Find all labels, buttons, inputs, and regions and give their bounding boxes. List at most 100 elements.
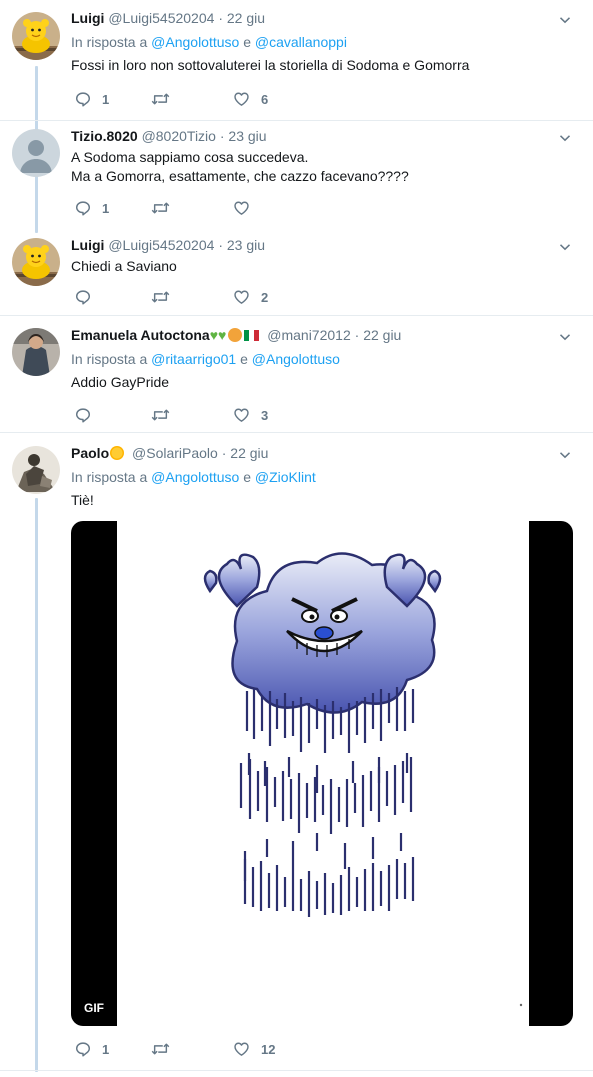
retweet-button[interactable] [150, 89, 181, 109]
caret-down-icon[interactable] [559, 14, 571, 26]
caret-down-icon[interactable] [559, 241, 571, 253]
tweet-actions: 2 [71, 287, 331, 307]
display-name[interactable]: Luigi [71, 237, 104, 253]
tweet-text: Tiè! [71, 492, 94, 508]
timestamp[interactable]: 22 giu [363, 327, 401, 343]
retweet-icon [150, 1040, 171, 1058]
avatar[interactable] [12, 328, 60, 376]
mention-link[interactable]: @ZioKlint [255, 469, 316, 485]
display-name[interactable]: Emanuela Autoctona [71, 327, 210, 343]
like-count: 6 [261, 91, 269, 107]
reply-icon [74, 1040, 92, 1058]
separator-dot: · [221, 445, 227, 461]
like-count: 3 [261, 407, 269, 423]
reply-button[interactable]: 1 [74, 198, 109, 218]
reply-button[interactable]: 1 [74, 89, 109, 109]
like-button[interactable]: 6 [232, 89, 268, 109]
green-heart-emoji: ♥ [218, 327, 227, 343]
reply-icon [74, 199, 92, 217]
reply-prefix: In risposta a [71, 469, 148, 485]
reply-context: In risposta a @Angolottuso e @ZioKlint [71, 467, 579, 487]
like-icon [232, 199, 251, 217]
avatar[interactable] [12, 129, 60, 177]
separator [0, 1070, 593, 1071]
mention-link[interactable]: @ritaarrigo01 [151, 351, 236, 367]
caret-down-icon[interactable] [559, 449, 571, 461]
timestamp[interactable]: 22 giu [227, 10, 265, 26]
reply-prefix: In risposta a [71, 351, 148, 367]
avatar[interactable] [12, 446, 60, 494]
timestamp[interactable]: 23 giu [227, 237, 265, 253]
gif-frame [117, 521, 529, 1026]
reply-context: In risposta a @ritaarrigo01 e @Angolottu… [71, 349, 579, 369]
tweet-actions: 1 [71, 198, 331, 218]
mention-link[interactable]: @cavallanoppi [255, 34, 347, 50]
mention-link[interactable]: @Angolottuso [252, 351, 340, 367]
display-name[interactable]: Luigi [71, 10, 104, 26]
reply-button[interactable]: 1 [74, 1039, 109, 1059]
retweet-icon [150, 90, 171, 108]
separator-dot: · [218, 237, 223, 253]
like-count: 2 [261, 289, 269, 305]
avatar[interactable] [12, 238, 60, 286]
tweet-text: A Sodoma sappiamo cosa succedeva. Ma a G… [71, 149, 409, 184]
tweet-header: Emanuela Autoctona♥♥ @mani72012 · 22 giu [71, 325, 579, 345]
caret-down-icon[interactable] [559, 132, 571, 144]
reply-icon [74, 406, 92, 424]
reply-button[interactable] [74, 405, 102, 425]
username[interactable]: @Luigi54520204 [108, 10, 214, 26]
like-count: 12 [261, 1041, 276, 1057]
username[interactable]: @8020Tizio [142, 128, 216, 144]
reply-count: 1 [102, 91, 110, 107]
like-icon [232, 288, 251, 306]
like-button[interactable]: 12 [232, 1039, 275, 1059]
like-button[interactable]: 3 [232, 405, 268, 425]
tweet-actions: 3 [71, 405, 331, 425]
retweet-icon [150, 199, 171, 217]
retweet-icon [150, 288, 171, 306]
green-heart-emoji: ♥ [209, 327, 219, 343]
like-icon [232, 406, 251, 424]
separator [0, 315, 593, 316]
reply-button[interactable] [74, 287, 102, 307]
caret-down-icon[interactable] [559, 331, 571, 343]
retweet-button[interactable] [150, 1039, 181, 1059]
reply-prefix: In risposta a [71, 34, 148, 50]
retweet-icon [150, 406, 171, 424]
username[interactable]: @mani72012 [267, 327, 351, 343]
like-button[interactable]: 2 [232, 287, 268, 307]
tweet-header: Luigi @Luigi54520204 · 23 giu [71, 235, 579, 255]
reply-icon [74, 90, 92, 108]
thread-line [35, 498, 38, 1072]
gif-media[interactable]: GIF [71, 521, 573, 1026]
tweet-header: Paolo @SolariPaolo · 22 giu [71, 443, 579, 463]
tweet-text: Fossi in loro non sottovaluterei la stor… [71, 57, 470, 73]
timestamp[interactable]: 23 giu [228, 128, 266, 144]
username[interactable]: @SolariPaolo [132, 445, 218, 461]
separator [0, 432, 593, 433]
display-name[interactable]: Paolo [71, 445, 109, 461]
mention-link[interactable]: @Angolottuso [151, 34, 239, 50]
separator-dot: · [219, 128, 225, 144]
retweet-button[interactable] [150, 287, 181, 307]
retweet-button[interactable] [150, 405, 181, 425]
separator-dot: · [354, 327, 360, 343]
display-name[interactable]: Tizio.8020 [71, 128, 138, 144]
timestamp[interactable]: 22 giu [230, 445, 268, 461]
gif-badge: GIF [79, 998, 109, 1018]
reply-conjunction: e [243, 469, 251, 485]
tweet-text: Chiedi a Saviano [71, 258, 177, 274]
retweet-button[interactable] [150, 198, 181, 218]
tweet-header: Tizio.8020 @8020Tizio · 23 giu [71, 126, 579, 146]
like-icon [232, 1040, 251, 1058]
tweet-text: Addio GayPride [71, 374, 170, 390]
reply-conjunction: e [243, 34, 251, 50]
tweet-header: Luigi @Luigi54520204 · 22 giu [71, 8, 579, 28]
lion-emoji [228, 328, 243, 342]
reply-icon [74, 288, 92, 306]
mention-link[interactable]: @Angolottuso [151, 469, 239, 485]
avatar[interactable] [12, 12, 60, 60]
sun-emoji [110, 446, 125, 460]
like-button[interactable] [232, 198, 261, 218]
username[interactable]: @Luigi54520204 [108, 237, 214, 253]
